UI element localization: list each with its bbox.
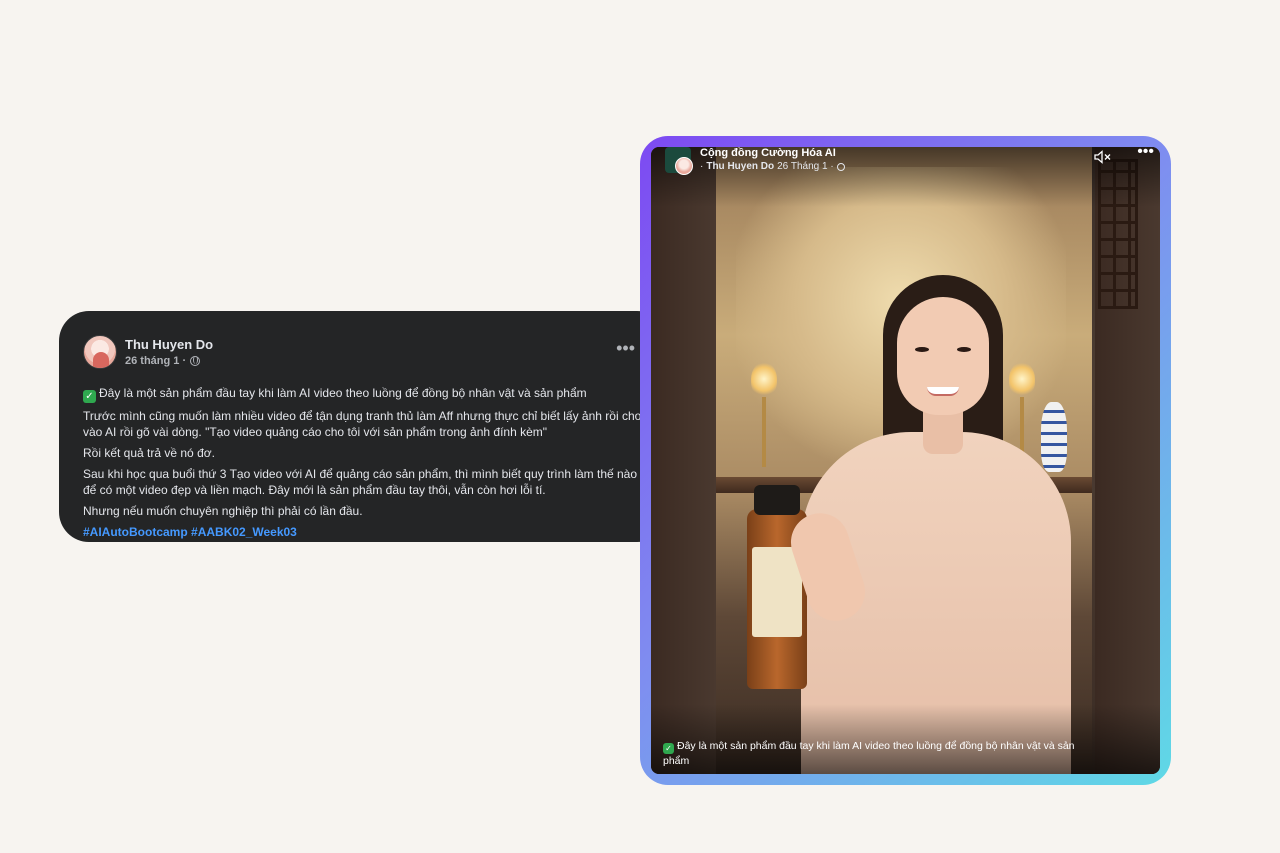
video-frame: Cộng đồng Cường Hóa AI · Thu Huyen Do 26… — [640, 136, 1171, 785]
author-prefix: · — [700, 161, 704, 172]
check-mark-icon: ✓ — [663, 743, 674, 754]
scene-lamp — [1009, 362, 1035, 396]
post-paragraph: ✓ Đây là một sản phẩm đầu tay khi làm AI … — [83, 385, 643, 403]
speaker-muted-icon[interactable] — [1094, 150, 1114, 164]
video-player[interactable]: Cộng đồng Cường Hóa AI · Thu Huyen Do 26… — [651, 147, 1160, 774]
video-caption-text: Đây là một sản phẩm đầu tay khi làm AI v… — [663, 740, 1075, 767]
scene-wall-left — [651, 147, 716, 774]
post-author-name[interactable]: Thu Huyen Do — [125, 337, 213, 353]
post-header: Thu Huyen Do 26 tháng 1 · ••• — [83, 335, 643, 375]
post-date-row: 26 tháng 1 · — [125, 355, 213, 367]
post-paragraph: Rồi kết quả trả về nó đơ. — [83, 446, 215, 460]
post-body: ✓ Đây là một sản phẩm đầu tay khi làm AI … — [83, 385, 643, 540]
post-paragraph: Trước mình cũng muốn làm nhiều video để … — [83, 409, 642, 439]
woman-face — [897, 297, 989, 415]
check-mark-icon: ✓ — [83, 390, 96, 403]
author-avatar[interactable] — [83, 335, 117, 369]
hashtags: #AIAutoBootcamp #AABK02_Week03 — [83, 524, 643, 540]
woman-eye — [915, 347, 929, 352]
video-caption: ✓ Đây là một sản phẩm đầu tay khi làm AI … — [663, 739, 1103, 768]
post-date[interactable]: 26 tháng 1 · — [125, 355, 186, 367]
video-meta: Cộng đồng Cường Hóa AI · Thu Huyen Do 26… — [700, 147, 845, 179]
video-more-options-button[interactable]: ••• — [1137, 147, 1154, 160]
video-sub: · Thu Huyen Do 26 Tháng 1 · — [700, 160, 845, 173]
product-bottle-cap — [754, 485, 800, 515]
hashtag-link[interactable]: #AIAutoBootcamp — [83, 525, 188, 539]
group-name[interactable]: Cộng đồng Cường Hóa AI — [700, 147, 845, 160]
scene-vase — [1041, 402, 1067, 472]
video-header: Cộng đồng Cường Hóa AI · Thu Huyen Do 26… — [665, 147, 845, 179]
woman-eye — [957, 347, 971, 352]
scene-lamp-stand — [762, 397, 766, 467]
post-paragraph-text: Đây là một sản phẩm đầu tay khi làm AI v… — [99, 386, 587, 400]
hashtag-link[interactable]: #AABK02_Week03 — [191, 525, 297, 539]
video-author[interactable]: Thu Huyen Do — [706, 160, 774, 173]
group-avatar[interactable] — [665, 147, 693, 175]
video-date[interactable]: 26 Tháng 1 · — [777, 160, 834, 173]
post-paragraph: Nhưng nếu muốn chuyên nghiệp thì phải có… — [83, 504, 363, 518]
globe-icon — [836, 162, 845, 171]
post-paragraph: Sau khi học qua buổi thứ 3 Tạo video với… — [83, 467, 638, 497]
scene-lamp — [751, 362, 777, 396]
post-meta: Thu Huyen Do 26 tháng 1 · — [125, 337, 213, 367]
more-options-button[interactable]: ••• — [616, 339, 635, 357]
post-card: Thu Huyen Do 26 tháng 1 · ••• ✓ Đây là mộ… — [59, 311, 667, 542]
user-mini-avatar[interactable] — [675, 157, 693, 175]
woman-smile — [927, 387, 959, 396]
globe-icon — [190, 356, 201, 366]
woman-neck — [923, 409, 963, 454]
